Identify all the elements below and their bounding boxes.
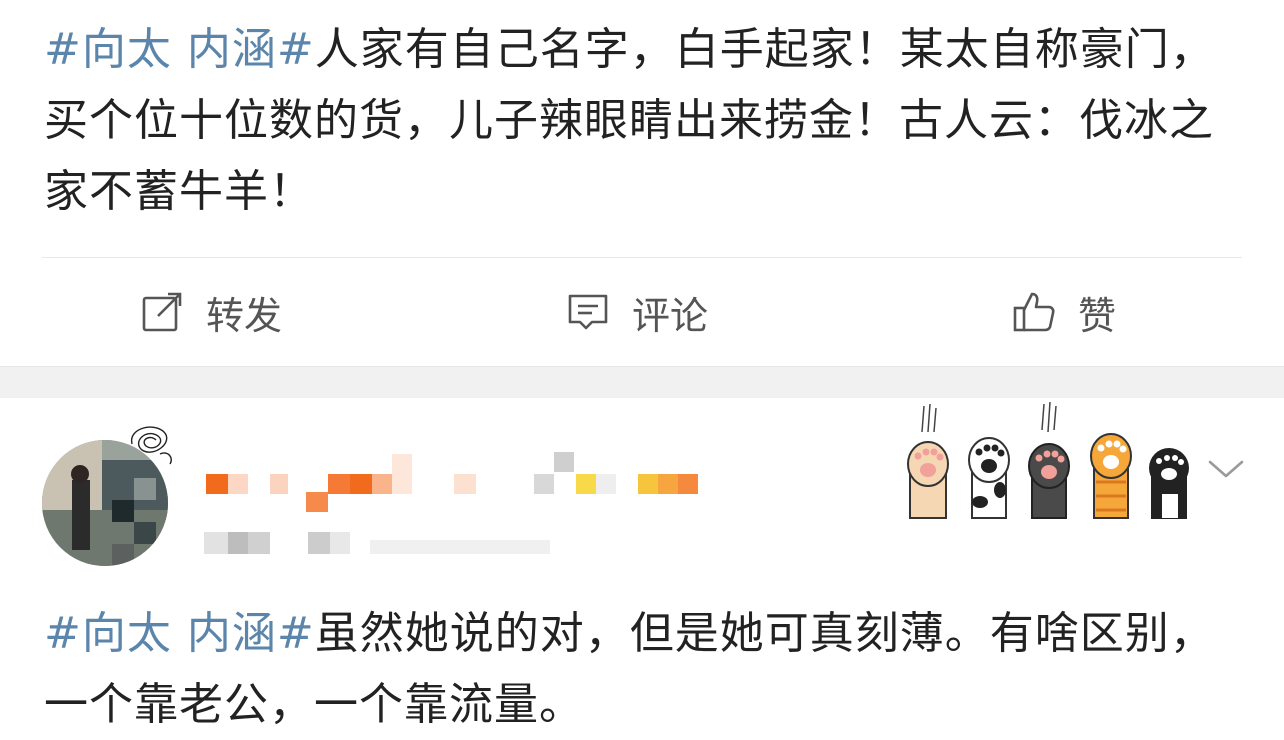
comment-label: 评论 [632,293,709,338]
scribble-decoration [131,426,172,465]
action-bar: 转发 评论 赞 [0,262,1284,362]
cat-paw-stickers [907,401,1189,519]
post-1-text: #向太 内涵#人家有自己名字，白手起家！某太自称豪门，买个位十位数的货，儿子辣眼… [44,14,1244,227]
repost-icon [142,292,182,332]
post-1-hashtag[interactable]: #向太 内涵# [44,24,315,75]
repost-button[interactable]: 转发 [140,282,282,342]
post-2-text: #向太 内涵#虽然她说的对，但是她可真刻薄。有啥区别，一个靠老公，一个靠流量。 [44,598,1244,740]
chevron-down-icon[interactable] [1204,454,1248,484]
comment-button[interactable]: 评论 [566,282,708,342]
feed-separator [0,366,1284,399]
like-button[interactable]: 赞 [1012,282,1116,342]
comment-icon [568,294,608,330]
post-2: #向太 内涵#虽然她说的对，但是她可真刻薄。有啥区别，一个靠老公，一个靠流量。 [0,398,1284,739]
like-label: 赞 [1078,293,1117,338]
like-icon [1013,292,1055,332]
post-1: #向太 内涵#人家有自己名字，白手起家！某太自称豪门，买个位十位数的货，儿子辣眼… [0,0,1284,366]
divider [42,257,1242,258]
post-2-hashtag[interactable]: #向太 内涵# [44,608,315,659]
repost-label: 转发 [206,293,283,338]
